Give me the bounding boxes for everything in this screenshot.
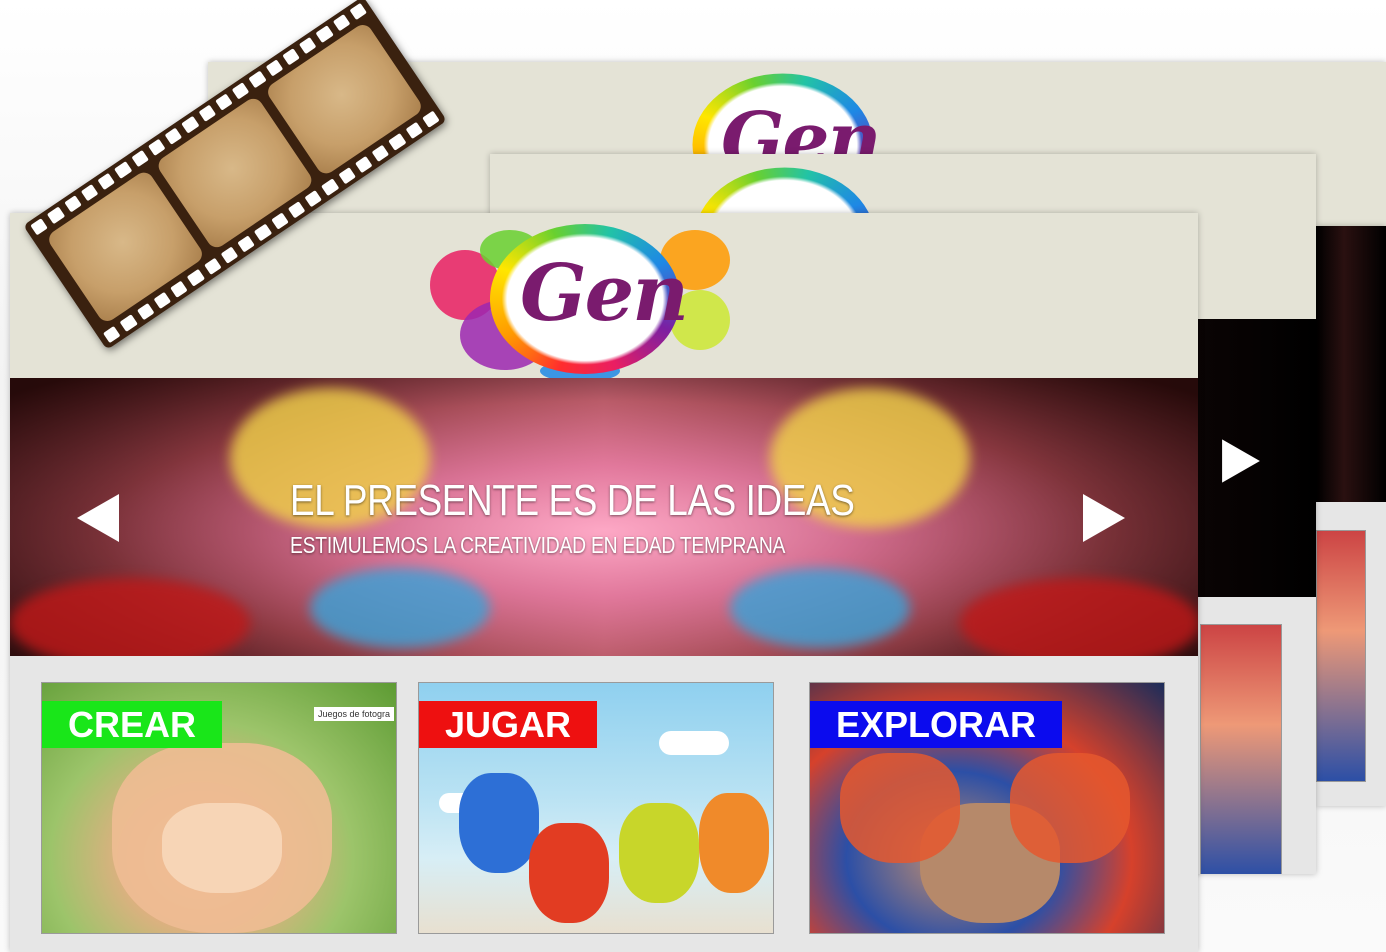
hero-title: EL PRESENTE ES DE LAS IDEAS [290,476,855,525]
yellow-hand-icon [619,803,699,903]
background-page-copy-2 [1316,226,1386,806]
orange-hand-icon [699,793,769,893]
hero-slider: EL PRESENTE ES DE LAS IDEAS ESTIMULEMOS … [10,378,1198,656]
card-jugar[interactable]: JUGAR [418,682,774,934]
bg-next-arrow [1222,439,1260,483]
gen-logo[interactable]: Gen [370,210,790,382]
card-label-explorar: EXPLORAR [810,701,1063,748]
card-explorar[interactable]: EXPLORAR [809,682,1165,934]
next-slide-arrow-icon[interactable] [1083,494,1125,542]
red-hand-icon [529,823,609,923]
card-label-crear: CREAR [42,701,223,748]
logo-text: Gen [520,248,689,339]
blue-hand-icon [459,773,539,873]
card-crear[interactable]: Juegos de fotogra CREAR [41,682,397,934]
photo-games-tag: Juegos de fotogra [313,707,394,721]
card-label-jugar: JUGAR [419,701,598,748]
hero-subtitle: ESTIMULEMOS LA CREATIVIDAD EN EDAD TEMPR… [290,532,786,558]
prev-slide-arrow-icon[interactable] [77,494,119,542]
